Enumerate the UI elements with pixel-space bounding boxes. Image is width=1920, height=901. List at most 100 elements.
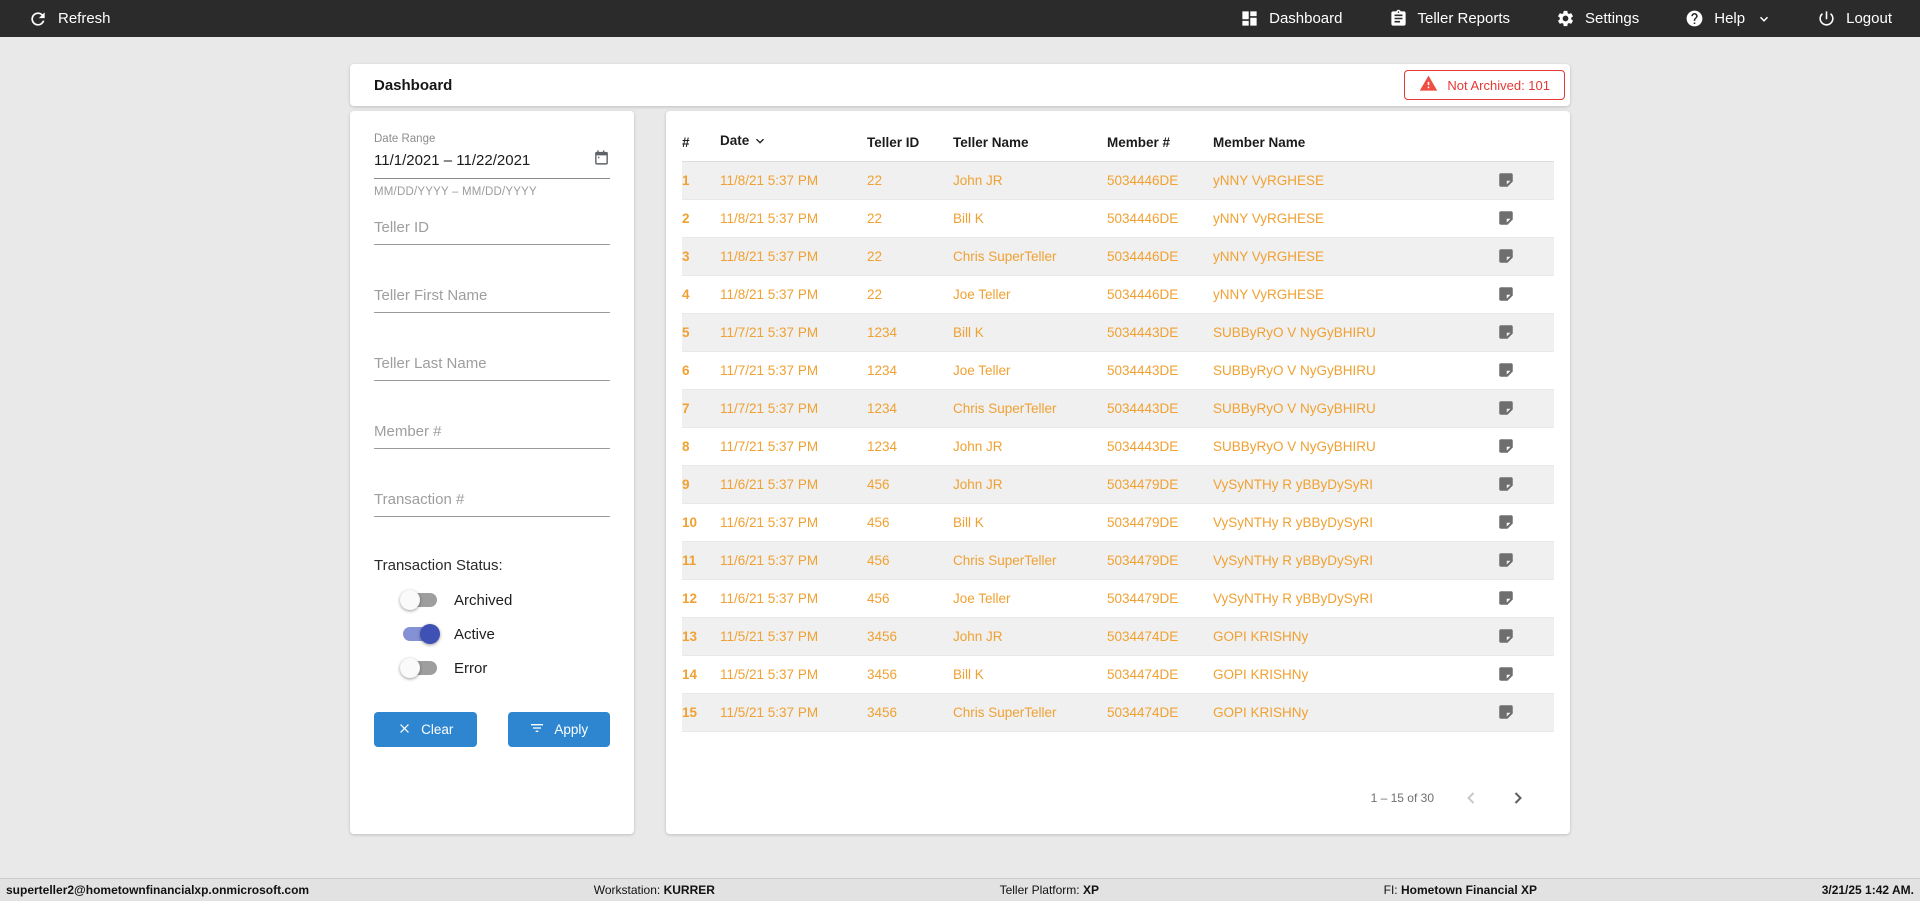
note-icon[interactable] — [1463, 541, 1554, 579]
toggle-switch[interactable] — [403, 624, 440, 644]
not-archived-badge[interactable]: Not Archived: 101 — [1404, 70, 1565, 100]
table-row[interactable]: 7 11/7/21 5:37 PM 1234 Chris SuperTeller 503… — [682, 389, 1554, 427]
table-row[interactable]: 13 11/5/21 5:37 PM 3456 John JR 5034474DE GOP… — [682, 617, 1554, 655]
date-range-label: Date Range — [374, 133, 436, 145]
table-row[interactable]: 4 11/8/21 5:37 PM 22 Joe Teller 5034446DE yNN… — [682, 275, 1554, 313]
date-format-hint: MM/DD/YYYY – MM/DD/YYYY — [374, 186, 537, 198]
fi-value: Hometown Financial XP — [1400, 883, 1538, 897]
note-icon[interactable] — [1463, 199, 1554, 237]
note-icon[interactable] — [1463, 237, 1554, 275]
refresh-button[interactable]: Refresh — [28, 9, 111, 29]
cell-member-name: yNNY VyRGHESE — [1213, 172, 1325, 188]
date-range-field[interactable]: 11/1/2021 – 11/22/2021 — [374, 145, 610, 179]
member-number-input[interactable] — [374, 418, 610, 449]
nav-teller-reports-label: Teller Reports — [1417, 10, 1511, 27]
cell-teller-name: John JR — [953, 476, 1003, 492]
help-icon — [1685, 9, 1704, 28]
not-archived-label: Not Archived: 101 — [1447, 77, 1550, 93]
col-header-note — [1463, 125, 1554, 162]
table-row[interactable]: 9 11/6/21 5:37 PM 456 John JR 5034479DE VySyN… — [682, 465, 1554, 503]
top-navigation-bar: Refresh Dashboard Teller Reports Setting… — [0, 0, 1920, 37]
note-icon[interactable] — [1463, 313, 1554, 351]
note-icon[interactable] — [1463, 503, 1554, 541]
cell-teller-name: Bill K — [953, 514, 984, 530]
status-toggle-active[interactable]: Active — [374, 622, 610, 646]
note-icon[interactable] — [1463, 427, 1554, 465]
cell-date: 11/7/21 5:37 PM — [720, 362, 819, 378]
nav-teller-reports[interactable]: Teller Reports — [1389, 9, 1511, 28]
toggle-switch[interactable] — [400, 658, 437, 678]
previous-page-button[interactable] — [1461, 788, 1481, 808]
cell-date: 11/6/21 5:37 PM — [720, 514, 819, 530]
teller-first-name-input[interactable] — [374, 282, 610, 313]
nav-logout[interactable]: Logout — [1817, 9, 1892, 28]
table-row[interactable]: 11 11/6/21 5:37 PM 456 Chris SuperTeller 503… — [682, 541, 1554, 579]
status-toggle-error[interactable]: Error — [374, 656, 610, 680]
note-icon[interactable] — [1463, 617, 1554, 655]
note-icon[interactable] — [1463, 693, 1554, 731]
cell-num: 10 — [682, 514, 698, 530]
next-page-button[interactable] — [1508, 788, 1528, 808]
cell-member-name: VySyNTHy R yBByDySyRI — [1213, 476, 1374, 492]
note-icon[interactable] — [1463, 351, 1554, 389]
warning-icon — [1419, 74, 1438, 96]
cell-member-name: GOPI KRISHNy — [1213, 628, 1309, 644]
cell-member-name: GOPI KRISHNy — [1213, 666, 1309, 682]
cell-member-name: yNNY VyRGHESE — [1213, 210, 1325, 226]
cell-num: 13 — [682, 628, 698, 644]
table-row[interactable]: 5 11/7/21 5:37 PM 1234 Bill K 5034443DE SUBBy… — [682, 313, 1554, 351]
filter-icon — [529, 720, 545, 739]
transaction-number-input[interactable] — [374, 486, 610, 517]
refresh-icon — [28, 9, 48, 29]
cell-date: 11/8/21 5:37 PM — [720, 248, 819, 264]
cell-member-name: VySyNTHy R yBByDySyRI — [1213, 590, 1374, 606]
status-bar: superteller2@hometownfinancialxp.onmicro… — [0, 878, 1920, 901]
cell-teller-name: Chris SuperTeller — [953, 704, 1057, 720]
table-row[interactable]: 14 11/5/21 5:37 PM 3456 Bill K 5034474DE GOPI… — [682, 655, 1554, 693]
note-icon[interactable] — [1463, 655, 1554, 693]
toggle-switch[interactable] — [400, 590, 437, 610]
nav-settings[interactable]: Settings — [1556, 9, 1639, 28]
cell-num: 11 — [682, 552, 697, 568]
cell-member-num: 5034479DE — [1107, 476, 1179, 492]
col-header-date[interactable]: Date — [720, 125, 867, 162]
table-row[interactable]: 1 11/8/21 5:37 PM 22 John JR 5034446DE yNNY V… — [682, 161, 1554, 199]
cell-member-num: 5034443DE — [1107, 362, 1179, 378]
note-icon[interactable] — [1463, 579, 1554, 617]
teller-id-input[interactable] — [374, 214, 610, 245]
teller-last-name-input[interactable] — [374, 350, 610, 381]
nav-help[interactable]: Help — [1685, 9, 1771, 28]
note-icon[interactable] — [1463, 161, 1554, 199]
cell-teller-name: Chris SuperTeller — [953, 552, 1057, 568]
clear-button[interactable]: Clear — [374, 712, 477, 747]
note-icon[interactable] — [1463, 389, 1554, 427]
table-row[interactable]: 6 11/7/21 5:37 PM 1234 Joe Teller 5034443DE S… — [682, 351, 1554, 389]
transaction-status-label: Transaction Status: — [374, 557, 503, 574]
table-row[interactable]: 15 11/5/21 5:37 PM 3456 Chris SuperTeller 50… — [682, 693, 1554, 731]
table-row[interactable]: 3 11/8/21 5:37 PM 22 Chris SuperTeller 50344… — [682, 237, 1554, 275]
col-header-num: # — [682, 125, 720, 162]
cell-member-name: GOPI KRISHNy — [1213, 704, 1309, 720]
dashboard-icon — [1240, 9, 1259, 28]
apply-button[interactable]: Apply — [507, 712, 610, 747]
cell-teller-id: 3456 — [867, 628, 898, 644]
cell-date: 11/5/21 5:37 PM — [720, 628, 819, 644]
calendar-icon[interactable] — [593, 149, 610, 171]
top-nav-items: Dashboard Teller Reports Settings Help L… — [1240, 9, 1892, 28]
note-icon[interactable] — [1463, 465, 1554, 503]
status-toggle-archived[interactable]: Archived — [374, 588, 610, 612]
cell-member-num: 5034474DE — [1107, 666, 1179, 682]
cell-teller-id: 3456 — [867, 666, 898, 682]
cell-num: 3 — [682, 248, 690, 264]
table-row[interactable]: 12 11/6/21 5:37 PM 456 Joe Teller 5034479DE V… — [682, 579, 1554, 617]
gear-icon — [1556, 9, 1575, 28]
status-toggles: Archived Active Error — [374, 588, 610, 680]
toggle-label: Active — [454, 625, 495, 643]
table-row[interactable]: 10 11/6/21 5:37 PM 456 Bill K 5034479DE VySyN… — [682, 503, 1554, 541]
table-row[interactable]: 8 11/7/21 5:37 PM 1234 John JR 5034443DE SUBB… — [682, 427, 1554, 465]
note-icon[interactable] — [1463, 275, 1554, 313]
table-row[interactable]: 2 11/8/21 5:37 PM 22 Bill K 5034446DE yNNY Vy… — [682, 199, 1554, 237]
nav-dashboard-label: Dashboard — [1269, 10, 1343, 27]
nav-dashboard[interactable]: Dashboard — [1240, 9, 1343, 28]
platform-value: XP — [1082, 883, 1099, 897]
